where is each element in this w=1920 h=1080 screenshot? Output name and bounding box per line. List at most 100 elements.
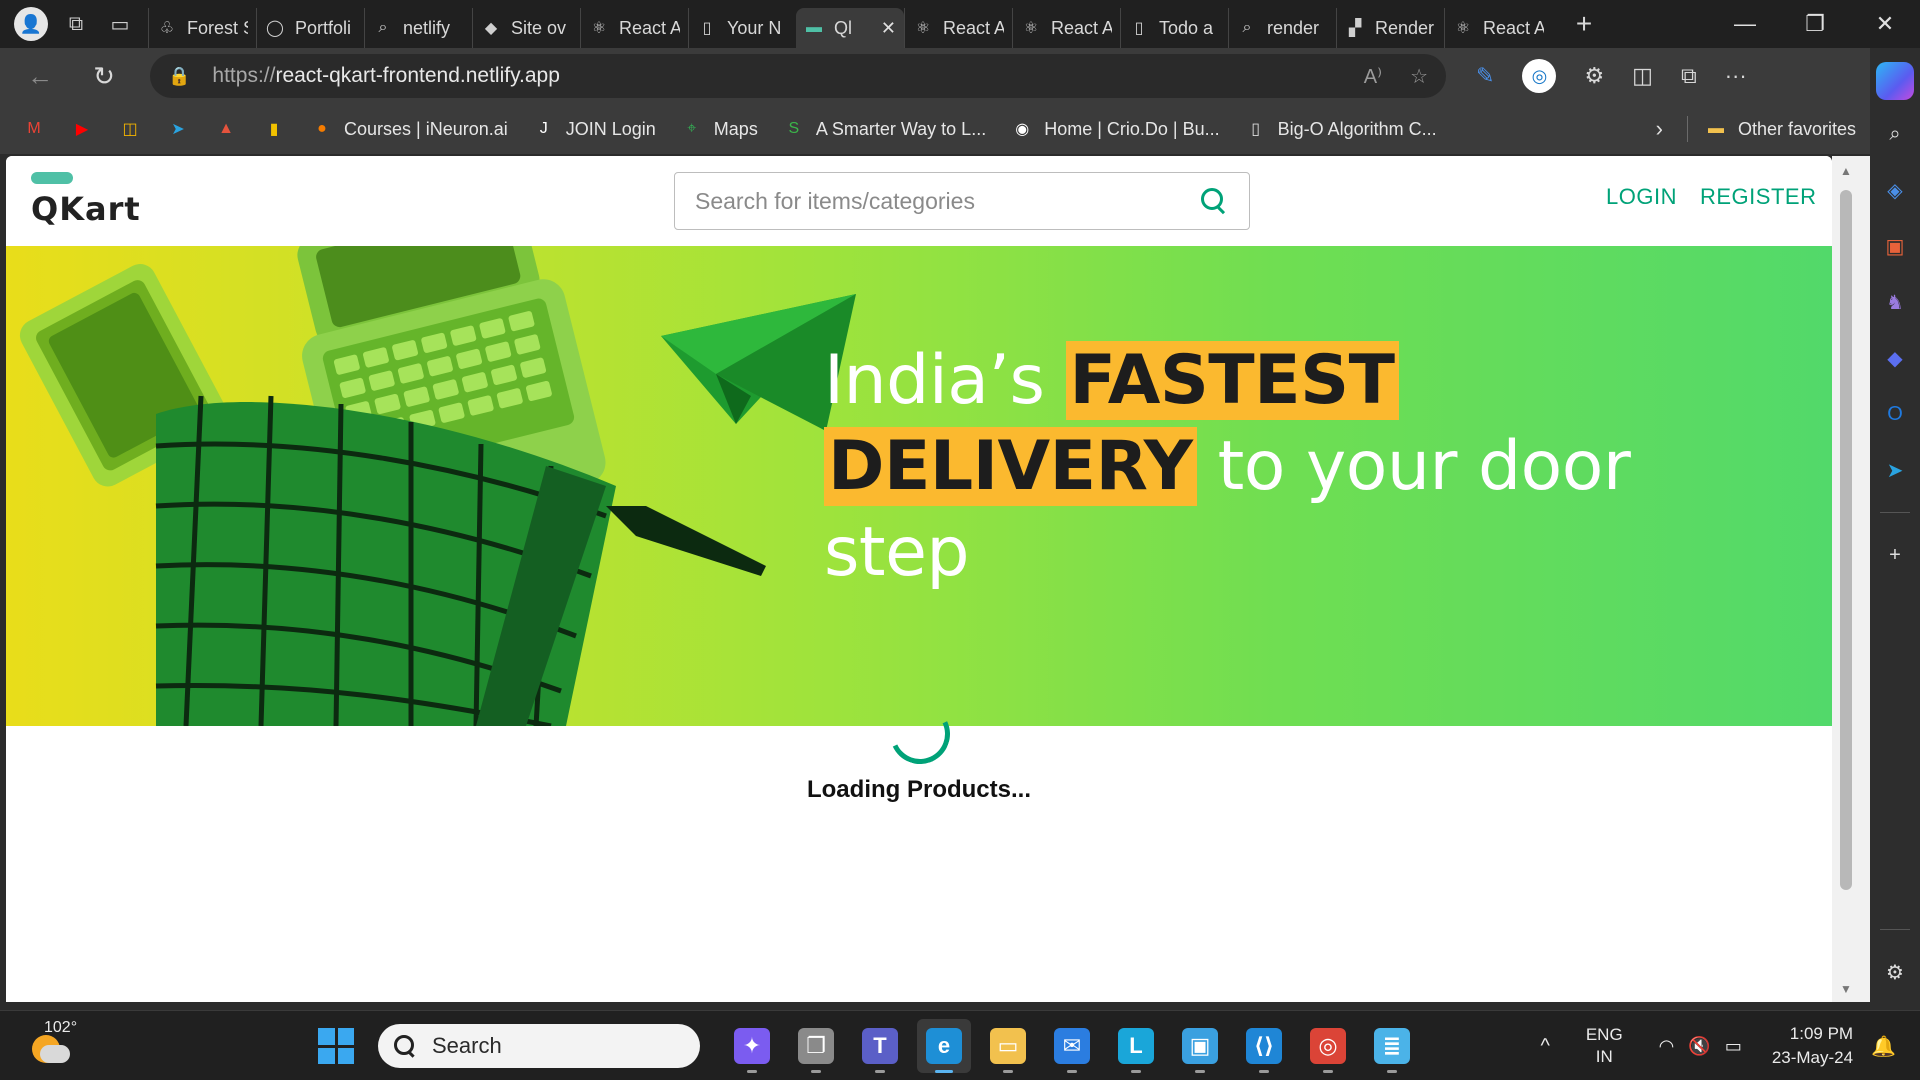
file-explorer-icon: ▭ bbox=[990, 1028, 1026, 1064]
search-input[interactable] bbox=[695, 187, 1199, 215]
tab[interactable]: ◯ Portfoli bbox=[256, 8, 364, 48]
sidebar-settings-icon[interactable]: ⚙ bbox=[1877, 954, 1913, 990]
minimize-button[interactable]: — bbox=[1710, 0, 1780, 48]
split-screen-icon[interactable]: ◫ bbox=[1632, 63, 1653, 89]
games-icon[interactable]: ♞ bbox=[1877, 284, 1913, 320]
read-aloud-icon[interactable]: A⁾ bbox=[1364, 64, 1382, 89]
bookmark-item[interactable]: ◫ bbox=[118, 117, 142, 141]
edge-app[interactable]: e bbox=[917, 1019, 971, 1073]
clock[interactable]: 1:09 PM 23-May-24 bbox=[1772, 1022, 1853, 1070]
refresh-button[interactable]: ↻ bbox=[80, 52, 128, 100]
tab[interactable]: ⌕ netlify bbox=[364, 8, 472, 48]
file-explorer-app[interactable]: ▭ bbox=[981, 1019, 1035, 1073]
copilot-icon[interactable] bbox=[1876, 62, 1914, 100]
tab[interactable]: ◆ Site ov bbox=[472, 8, 580, 48]
tab-actions-icon[interactable]: ▭ bbox=[98, 2, 142, 46]
weather-widget[interactable]: 102° bbox=[30, 1019, 77, 1067]
bookmarks-overflow-chevron-icon[interactable]: › bbox=[1656, 116, 1663, 142]
tab[interactable]: ⚛ React A bbox=[904, 8, 1012, 48]
bookmark-item[interactable]: M bbox=[22, 117, 46, 141]
pen-extension-icon[interactable]: ✎ bbox=[1476, 63, 1494, 89]
profile-icon[interactable]: 👤 bbox=[14, 7, 48, 41]
wifi-icon[interactable]: ◠ bbox=[1659, 1036, 1675, 1057]
copilot-app[interactable]: ✦ bbox=[725, 1019, 779, 1073]
windows-start-icon[interactable] bbox=[318, 1028, 354, 1064]
chrome-app[interactable]: ◎ bbox=[1301, 1019, 1355, 1073]
notepad-app[interactable]: ≣ bbox=[1365, 1019, 1419, 1073]
tray-overflow-chevron-icon[interactable]: ^ bbox=[1540, 1035, 1549, 1058]
microsoft365-icon[interactable]: ◆ bbox=[1877, 340, 1913, 376]
tools-briefcase-icon[interactable]: ▣ bbox=[1877, 228, 1913, 264]
lock-icon[interactable]: 🔒 bbox=[168, 66, 190, 87]
close-window-button[interactable]: ✕ bbox=[1850, 0, 1920, 48]
tab-active[interactable]: ▬ Ql ✕ bbox=[796, 8, 904, 48]
mail-app[interactable]: ✉ bbox=[1045, 1019, 1099, 1073]
react-icon: ⚛ bbox=[1455, 20, 1471, 37]
workspaces-icon[interactable]: ⧉ bbox=[54, 2, 98, 46]
new-tab-button[interactable]: + bbox=[1566, 8, 1602, 40]
scroll-thumb[interactable] bbox=[1840, 190, 1852, 890]
notifications-bell-icon[interactable]: 🔔 bbox=[1871, 1034, 1896, 1059]
tab[interactable]: ⌕ render bbox=[1228, 8, 1336, 48]
bookmark-label: Courses | iNeuron.ai bbox=[344, 118, 508, 139]
language-indicator[interactable]: ENG IN bbox=[1586, 1024, 1623, 1068]
tab-label: Site ov bbox=[511, 17, 567, 38]
outlook-icon[interactable]: O bbox=[1877, 396, 1913, 432]
running-indicator bbox=[1131, 1070, 1141, 1073]
restore-button[interactable]: ❐ bbox=[1780, 0, 1850, 48]
scroll-down-arrow-icon[interactable]: ▼ bbox=[1840, 982, 1852, 996]
bookmark-item[interactable]: J JOIN Login bbox=[532, 117, 656, 141]
tab[interactable]: ▯ Todo a bbox=[1120, 8, 1228, 48]
bookmark-item[interactable]: ◉ Home | Crio.Do | Bu... bbox=[1010, 117, 1219, 141]
drop-icon[interactable]: ➤ bbox=[1877, 452, 1913, 488]
hero-fastest-highlight: FASTEST bbox=[1065, 341, 1399, 420]
extensions-icon[interactable]: ⚙ bbox=[1584, 63, 1604, 89]
chrome-icon: ◎ bbox=[1310, 1028, 1346, 1064]
bookmark-item[interactable]: ▶ bbox=[70, 117, 94, 141]
collections-icon[interactable]: ⧉ bbox=[1681, 63, 1697, 89]
extension-round-icon[interactable]: ◎ bbox=[1522, 59, 1557, 93]
l-app[interactable]: L bbox=[1109, 1019, 1163, 1073]
bookmark-item[interactable]: ➤ bbox=[166, 117, 190, 141]
favorite-star-icon[interactable]: ☆ bbox=[1410, 64, 1428, 89]
tab[interactable]: ⚛ React A bbox=[1444, 8, 1552, 48]
bookmark-item[interactable]: ▲ bbox=[214, 117, 238, 141]
tab[interactable]: ▞ Render bbox=[1336, 8, 1444, 48]
shopping-tag-icon[interactable]: ◈ bbox=[1877, 172, 1913, 208]
logo-pill bbox=[31, 172, 73, 184]
tab[interactable]: ♧ Forest S bbox=[148, 8, 256, 48]
search-icon: ⌕ bbox=[378, 19, 388, 36]
qkart-logo[interactable]: QKart bbox=[31, 172, 151, 232]
join-icon: J bbox=[539, 120, 548, 137]
running-indicator bbox=[1323, 1070, 1333, 1073]
tray-status-icons[interactable]: ◠ 🔇 ▭ bbox=[1659, 1036, 1742, 1057]
vscode-app[interactable]: ⟨⟩ bbox=[1237, 1019, 1291, 1073]
bookmark-item[interactable]: ● Courses | iNeuron.ai bbox=[310, 117, 508, 141]
running-indicator bbox=[935, 1070, 953, 1073]
remote-desktop-app[interactable]: ▣ bbox=[1173, 1019, 1227, 1073]
tab[interactable]: ▯ Your N bbox=[688, 8, 796, 48]
bookmark-item[interactable]: ▮ bbox=[262, 117, 286, 141]
search-icon[interactable] bbox=[1199, 186, 1229, 216]
more-menu-icon[interactable]: ··· bbox=[1725, 63, 1747, 89]
bookmark-item[interactable]: S A Smarter Way to L... bbox=[782, 117, 986, 141]
volume-muted-icon[interactable]: 🔇 bbox=[1688, 1036, 1710, 1057]
bookmark-item[interactable]: ⌖ Maps bbox=[680, 117, 758, 141]
close-tab-icon[interactable]: ✕ bbox=[881, 18, 896, 39]
other-favorites-folder[interactable]: ▬ Other favorites bbox=[1704, 117, 1856, 141]
task-view-app[interactable]: ❐ bbox=[789, 1019, 843, 1073]
tab[interactable]: ⚛ React A bbox=[580, 8, 688, 48]
page-scrollbar[interactable]: ▲ ▼ bbox=[1832, 156, 1870, 1002]
battery-icon[interactable]: ▭ bbox=[1725, 1036, 1742, 1057]
sidebar-search-icon[interactable]: ⌕ bbox=[1877, 116, 1913, 152]
register-button[interactable]: REGISTER bbox=[1700, 184, 1816, 210]
login-button[interactable]: LOGIN bbox=[1606, 184, 1677, 210]
teams-app[interactable]: T bbox=[853, 1019, 907, 1073]
bookmark-item[interactable]: ▯ Big-O Algorithm C... bbox=[1244, 117, 1436, 141]
back-button[interactable]: ← bbox=[16, 52, 64, 100]
tab[interactable]: ⚛ React A bbox=[1012, 8, 1120, 48]
taskbar-search[interactable]: Search bbox=[378, 1024, 700, 1068]
scroll-up-arrow-icon[interactable]: ▲ bbox=[1840, 164, 1852, 178]
add-sidebar-app-icon[interactable]: + bbox=[1877, 537, 1913, 573]
address-bar[interactable]: 🔒 https:// react-qkart-frontend.netlify.… bbox=[150, 54, 1446, 98]
